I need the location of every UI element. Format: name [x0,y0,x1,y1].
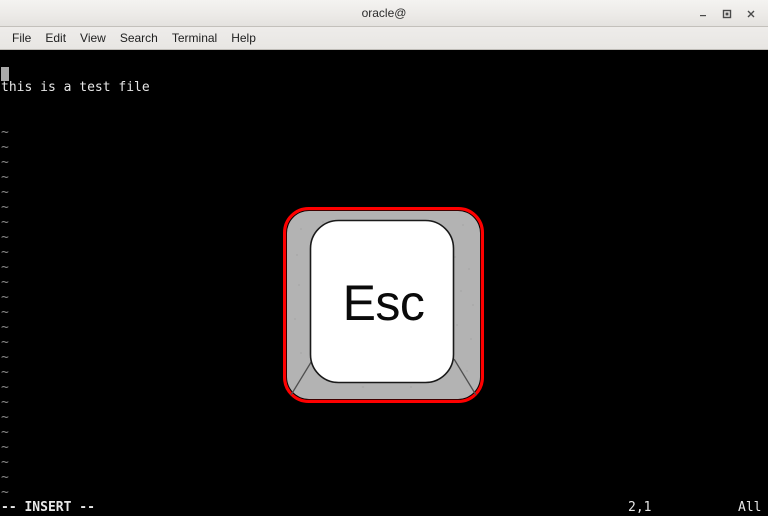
menu-item-help[interactable]: Help [224,29,263,47]
vim-empty-line: ~ [1,455,9,470]
menu-item-terminal[interactable]: Terminal [165,29,224,47]
menu-item-file[interactable]: File [5,29,38,47]
menubar: File Edit View Search Terminal Help [0,27,768,50]
vim-empty-line: ~ [1,155,9,170]
window-title: oracle@ [361,6,407,20]
cursor-position: 2,1 [628,500,652,515]
menu-item-search[interactable]: Search [113,29,165,47]
maximize-button[interactable] [716,3,738,25]
vim-empty-line: ~ [1,170,9,185]
close-button[interactable] [740,3,762,25]
vim-mode-indicator: -- INSERT -- [1,500,95,515]
close-icon [747,10,755,17]
vim-empty-line: ~ [1,485,9,500]
titlebar: oracle@ [0,0,768,27]
minimize-button[interactable] [692,3,714,25]
vim-empty-line: ~ [1,185,9,200]
terminal-window: oracle@ File Edit View Search Terminal H… [0,0,768,516]
vim-empty-line: ~ [1,425,9,440]
vim-statusline: -- INSERT -- 2,1 All [0,500,768,516]
menu-item-view[interactable]: View [73,29,113,47]
vim-empty-line: ~ [1,470,9,485]
menu-item-edit[interactable]: Edit [38,29,73,47]
buffer-line-1: this is a test file [1,80,150,95]
terminal-body[interactable]: this is a test file ~ ~ ~ ~ ~ ~ ~ ~ ~ ~ ~ ~ ~ ~ ~ ~ ~ ~ ~ ~… [0,50,768,516]
key-face [309,219,455,384]
esc-key-graphic: Esc [283,207,484,403]
vim-empty-line: ~ [1,125,9,140]
window-controls [692,0,762,27]
vim-empty-line: ~ [1,440,9,455]
vim-empty-line: ~ [1,410,9,425]
maximize-icon [722,9,732,18]
minimize-icon [700,14,706,16]
scroll-indicator: All [738,500,762,515]
text-cursor [1,67,9,81]
vim-empty-line: ~ [1,140,9,155]
